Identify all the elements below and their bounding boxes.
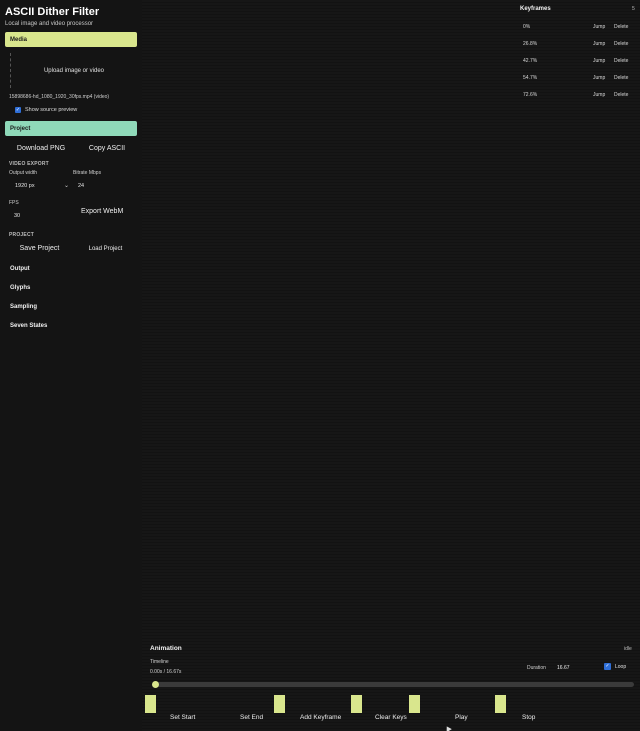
set-start-button[interactable]: Set Start — [170, 714, 195, 721]
load-project-button[interactable]: Load Project — [89, 246, 123, 252]
keyframe-jump-button[interactable]: Jump — [593, 24, 605, 30]
duration-label: Duration — [527, 665, 546, 671]
output-width-value: 1920 px — [15, 183, 35, 189]
keyframe-delete-button[interactable]: Delete — [614, 41, 628, 47]
bitrate-label: Bitrate Mbps — [73, 170, 102, 176]
keyframe-marker — [409, 695, 420, 713]
show-source-checkbox[interactable]: ✓ — [15, 107, 21, 113]
project-label: PROJECT — [9, 232, 35, 238]
seven-states-section-toggle[interactable]: Seven States — [10, 323, 47, 329]
video-export-label: VIDEO EXPORT — [9, 161, 49, 167]
fps-label: FPS — [9, 200, 19, 206]
set-end-button[interactable]: Set End — [240, 714, 263, 721]
media-section-header[interactable]: Media — [5, 32, 137, 47]
keyframe-delete-button[interactable]: Delete — [614, 24, 628, 30]
duration-input[interactable]: 16.67 — [557, 665, 570, 671]
animation-status: idle — [624, 646, 632, 652]
animation-title: Animation — [150, 645, 182, 652]
loop-label: Loop — [615, 663, 627, 670]
download-png-button[interactable]: Download PNG — [17, 145, 65, 152]
upload-label: Upload image or video — [43, 67, 105, 74]
export-image-row: Download PNG Copy ASCII — [5, 145, 137, 152]
keyframe-row: 54.7% Jump Delete — [518, 75, 640, 84]
keyframe-row: 26.8% Jump Delete — [518, 41, 640, 50]
video-export-fields: Output width Bitrate Mbps 1920 px ⌄ 24 — [5, 170, 137, 200]
keyframe-percent: 26.8% — [523, 41, 538, 47]
project-section-header[interactable]: Project — [5, 121, 137, 136]
keyframe-percent: 42.7% — [523, 58, 538, 64]
keyframe-row: 42.7% Jump Delete — [518, 58, 640, 67]
show-source-label: Show source preview — [25, 107, 78, 113]
timeline-label: Timeline — [150, 659, 169, 665]
loop-toggle[interactable]: ✓ Loop — [604, 663, 626, 670]
keyframe-delete-button[interactable]: Delete — [614, 75, 628, 81]
keyframe-percent: 0% — [523, 24, 531, 30]
timeline-slider[interactable] — [154, 682, 634, 687]
keyframe-delete-button[interactable]: Delete — [614, 92, 628, 98]
bitrate-input[interactable]: 24 — [78, 183, 84, 189]
keyframe-delete-button[interactable]: Delete — [614, 58, 628, 64]
save-project-button[interactable]: Save Project — [20, 245, 60, 252]
keyframe-row: 72.6% Jump Delete — [518, 92, 640, 101]
sidebar: ASCII Dither Filter Local image and vide… — [0, 0, 142, 731]
app-subtitle: Local image and video processor — [5, 21, 94, 27]
keyframes-panel: Keyframes 5 0% Jump Delete 26.8% Jump De… — [518, 0, 640, 110]
play-button[interactable]: Play — [455, 714, 468, 721]
time-readout: 0.00s / 16.67s — [150, 669, 182, 675]
keyframe-jump-button[interactable]: Jump — [593, 92, 605, 98]
keyframe-percent: 54.7% — [523, 75, 538, 81]
loop-checkbox[interactable]: ✓ — [604, 663, 611, 670]
keyframe-jump-button[interactable]: Jump — [593, 75, 605, 81]
keyframe-marker — [145, 695, 156, 713]
copy-ascii-button[interactable]: Copy ASCII — [89, 145, 125, 152]
export-webm-button[interactable]: Export WebM — [81, 208, 123, 215]
clear-keys-button[interactable]: Clear Keys — [375, 714, 407, 721]
keyframe-percent: 72.6% — [523, 92, 538, 98]
keyframes-count: 5 — [632, 6, 635, 12]
file-name: 15898686-hd_1080_1920_30fps.mp4 (video) — [9, 94, 110, 100]
keyframe-row: 0% Jump Delete — [518, 24, 640, 33]
keyframe-jump-button[interactable]: Jump — [593, 58, 605, 64]
keyframe-marker — [274, 695, 285, 713]
output-section-toggle[interactable]: Output — [10, 266, 30, 272]
fps-input[interactable]: 30 — [14, 213, 20, 219]
upload-button[interactable]: Upload image or video — [10, 53, 137, 88]
keyframe-marker — [351, 695, 362, 713]
app-title: ASCII Dither Filter — [5, 6, 100, 18]
sampling-section-toggle[interactable]: Sampling — [10, 304, 37, 310]
keyframe-jump-button[interactable]: Jump — [593, 41, 605, 47]
add-keyframe-button[interactable]: Add Keyframe — [300, 714, 341, 721]
stop-button[interactable]: Stop — [522, 714, 535, 721]
chevron-down-icon: ⌄ — [64, 183, 70, 189]
timeline-slider-handle[interactable] — [152, 681, 159, 688]
show-source-toggle[interactable]: ✓ Show source preview — [15, 107, 137, 113]
keyframes-title: Keyframes — [520, 6, 551, 12]
fps-row: FPS 30 Export WebM — [5, 200, 137, 232]
project-actions-row: Save Project Load Project — [5, 245, 137, 252]
keyframe-marker — [495, 695, 506, 713]
output-width-label: Output width — [9, 170, 38, 176]
output-width-select[interactable]: 1920 px ⌄ — [9, 182, 69, 192]
glyphs-section-toggle[interactable]: Glyphs — [10, 285, 30, 291]
